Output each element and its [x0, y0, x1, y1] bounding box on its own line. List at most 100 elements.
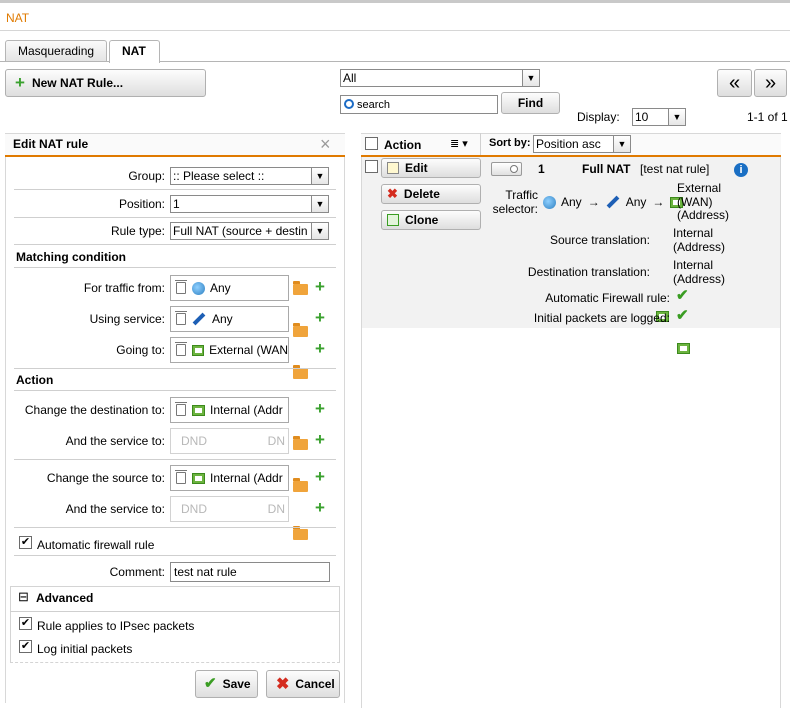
- ts-to-2: (WAN): [677, 195, 713, 209]
- action-column-header: Action: [384, 138, 422, 152]
- ipsec-label: Rule applies to IPsec packets: [37, 619, 195, 633]
- add-icon[interactable]: +: [315, 468, 325, 485]
- auto-firewall-checkbox[interactable]: ✔: [19, 536, 32, 549]
- display-count-value: 10: [635, 110, 649, 124]
- filter-select[interactable]: All ▼: [340, 69, 540, 87]
- display-label: Display:: [577, 110, 620, 124]
- add-icon[interactable]: +: [315, 431, 325, 448]
- edit-label: Edit: [405, 161, 428, 175]
- auto-firewall-label: Automatic firewall rule: [37, 538, 155, 552]
- trash-icon[interactable]: [175, 470, 187, 484]
- ipsec-checkbox[interactable]: ✔: [19, 617, 32, 630]
- display-count-select[interactable]: 10 ▼: [632, 108, 686, 126]
- delete-button[interactable]: ✖ Delete: [381, 184, 481, 204]
- comment-input[interactable]: test nat rule: [170, 562, 330, 582]
- traffic-selector-label-2: selector:: [492, 202, 538, 216]
- folder-icon[interactable]: [293, 436, 308, 450]
- find-button[interactable]: Find: [501, 92, 560, 114]
- clone-icon: [387, 214, 399, 226]
- going-to-label: Going to:: [116, 343, 165, 357]
- log-initial-packets-label: Log initial packets: [37, 642, 133, 656]
- folder-icon[interactable]: [293, 365, 308, 379]
- trash-icon[interactable]: [175, 402, 187, 416]
- chevron-down-icon: ▼: [311, 223, 328, 239]
- dest-translation-value-2: (Address): [673, 272, 726, 286]
- trash-icon[interactable]: [175, 311, 187, 325]
- going-to-dropzone[interactable]: External (WAN: [170, 337, 289, 363]
- add-icon[interactable]: +: [315, 278, 325, 295]
- select-all-checkbox[interactable]: [365, 137, 378, 150]
- network-icon: [192, 404, 205, 416]
- traffic-selector-chain: Any → Any →: [543, 195, 688, 209]
- clone-button[interactable]: Clone: [381, 210, 481, 230]
- add-icon[interactable]: +: [315, 499, 325, 516]
- save-button[interactable]: ✔ Save: [195, 670, 258, 698]
- sort-select[interactable]: Position asc ▼: [533, 135, 631, 153]
- folder-icon[interactable]: [293, 323, 308, 337]
- rule-type-select[interactable]: Full NAT (source + destin ▼: [170, 222, 329, 240]
- search-input[interactable]: search: [340, 95, 498, 114]
- new-nat-rule-button[interactable]: + New NAT Rule...: [5, 69, 206, 97]
- ts-service: Any: [625, 195, 647, 209]
- divider: [14, 368, 336, 369]
- using-service-dropzone[interactable]: Any: [170, 306, 289, 332]
- tab-masquerading[interactable]: Masquerading: [5, 40, 107, 62]
- traffic-from-dropzone[interactable]: Any: [170, 275, 289, 301]
- position-select[interactable]: 1 ▼: [170, 195, 329, 213]
- network-icon: [191, 344, 205, 356]
- source-service-dropzone[interactable]: DND DN: [170, 496, 289, 522]
- sort-by-label: Sort by:: [489, 137, 531, 149]
- next-page-button[interactable]: »: [754, 69, 787, 97]
- dest-translation-label: Destination translation:: [527, 265, 650, 279]
- sort-select-value: Position asc: [536, 137, 601, 151]
- position-label: Position:: [118, 197, 165, 211]
- trash-icon[interactable]: [175, 342, 187, 356]
- checkmark-icon: ✔: [204, 675, 217, 692]
- edit-button[interactable]: Edit: [381, 158, 481, 178]
- service-icon: [606, 195, 620, 209]
- source-translation-value-2: (Address): [673, 240, 726, 254]
- x-icon: ✖: [387, 186, 398, 201]
- checkmark-icon: ✔: [676, 307, 689, 324]
- auto-firewall-rule-label: Automatic Firewall rule:: [545, 291, 670, 305]
- dest-service-dropzone[interactable]: DND DN: [170, 428, 289, 454]
- collapse-icon[interactable]: ⊟: [18, 589, 29, 605]
- status-toggle[interactable]: [491, 162, 522, 176]
- add-icon[interactable]: +: [315, 400, 325, 417]
- search-icon: [344, 99, 354, 109]
- folder-icon[interactable]: [293, 526, 308, 540]
- trash-icon[interactable]: [175, 280, 187, 294]
- folder-icon[interactable]: [293, 478, 308, 492]
- info-icon[interactable]: i: [734, 163, 748, 177]
- prev-page-button[interactable]: «: [717, 69, 752, 97]
- advanced-heading[interactable]: Advanced: [36, 591, 93, 605]
- chevron-down-icon: ▼: [522, 70, 539, 86]
- pagination-info: 1-1 of 1: [747, 110, 788, 124]
- source-translation-value-1: Internal: [673, 226, 714, 240]
- arrow: →: [652, 195, 665, 209]
- traffic-selector-label-1: Traffic: [505, 188, 538, 202]
- action-heading: Action: [16, 373, 54, 387]
- traffic-from-value: Any: [210, 281, 231, 295]
- row-checkbox[interactable]: [365, 160, 378, 173]
- change-destination-dropzone[interactable]: Internal (Addr: [170, 397, 289, 423]
- x-icon: ✖: [276, 676, 290, 693]
- divider: [14, 555, 336, 556]
- source-service-placeholder-2: DN: [267, 502, 285, 516]
- log-initial-packets-checkbox[interactable]: ✔: [19, 640, 32, 653]
- add-icon[interactable]: +: [315, 340, 325, 357]
- change-source-dropzone[interactable]: Internal (Addr: [170, 465, 289, 491]
- source-service-label: And the service to:: [65, 502, 165, 516]
- cancel-button[interactable]: ✖ Cancel: [266, 670, 340, 698]
- tab-nat[interactable]: NAT: [109, 40, 160, 63]
- chevron-down-icon: ▼: [311, 168, 328, 184]
- search-placeholder: search: [357, 98, 391, 111]
- group-select[interactable]: :: Please select :: ▼: [170, 167, 329, 185]
- close-icon[interactable]: ×: [320, 134, 331, 155]
- header-divider: [480, 133, 481, 155]
- folder-icon[interactable]: [293, 281, 308, 295]
- edit-panel-title: Edit NAT rule: [13, 137, 89, 151]
- add-icon[interactable]: +: [315, 309, 325, 326]
- column-menu-icon[interactable]: ≣ ▾: [450, 137, 468, 150]
- divider: [10, 611, 340, 612]
